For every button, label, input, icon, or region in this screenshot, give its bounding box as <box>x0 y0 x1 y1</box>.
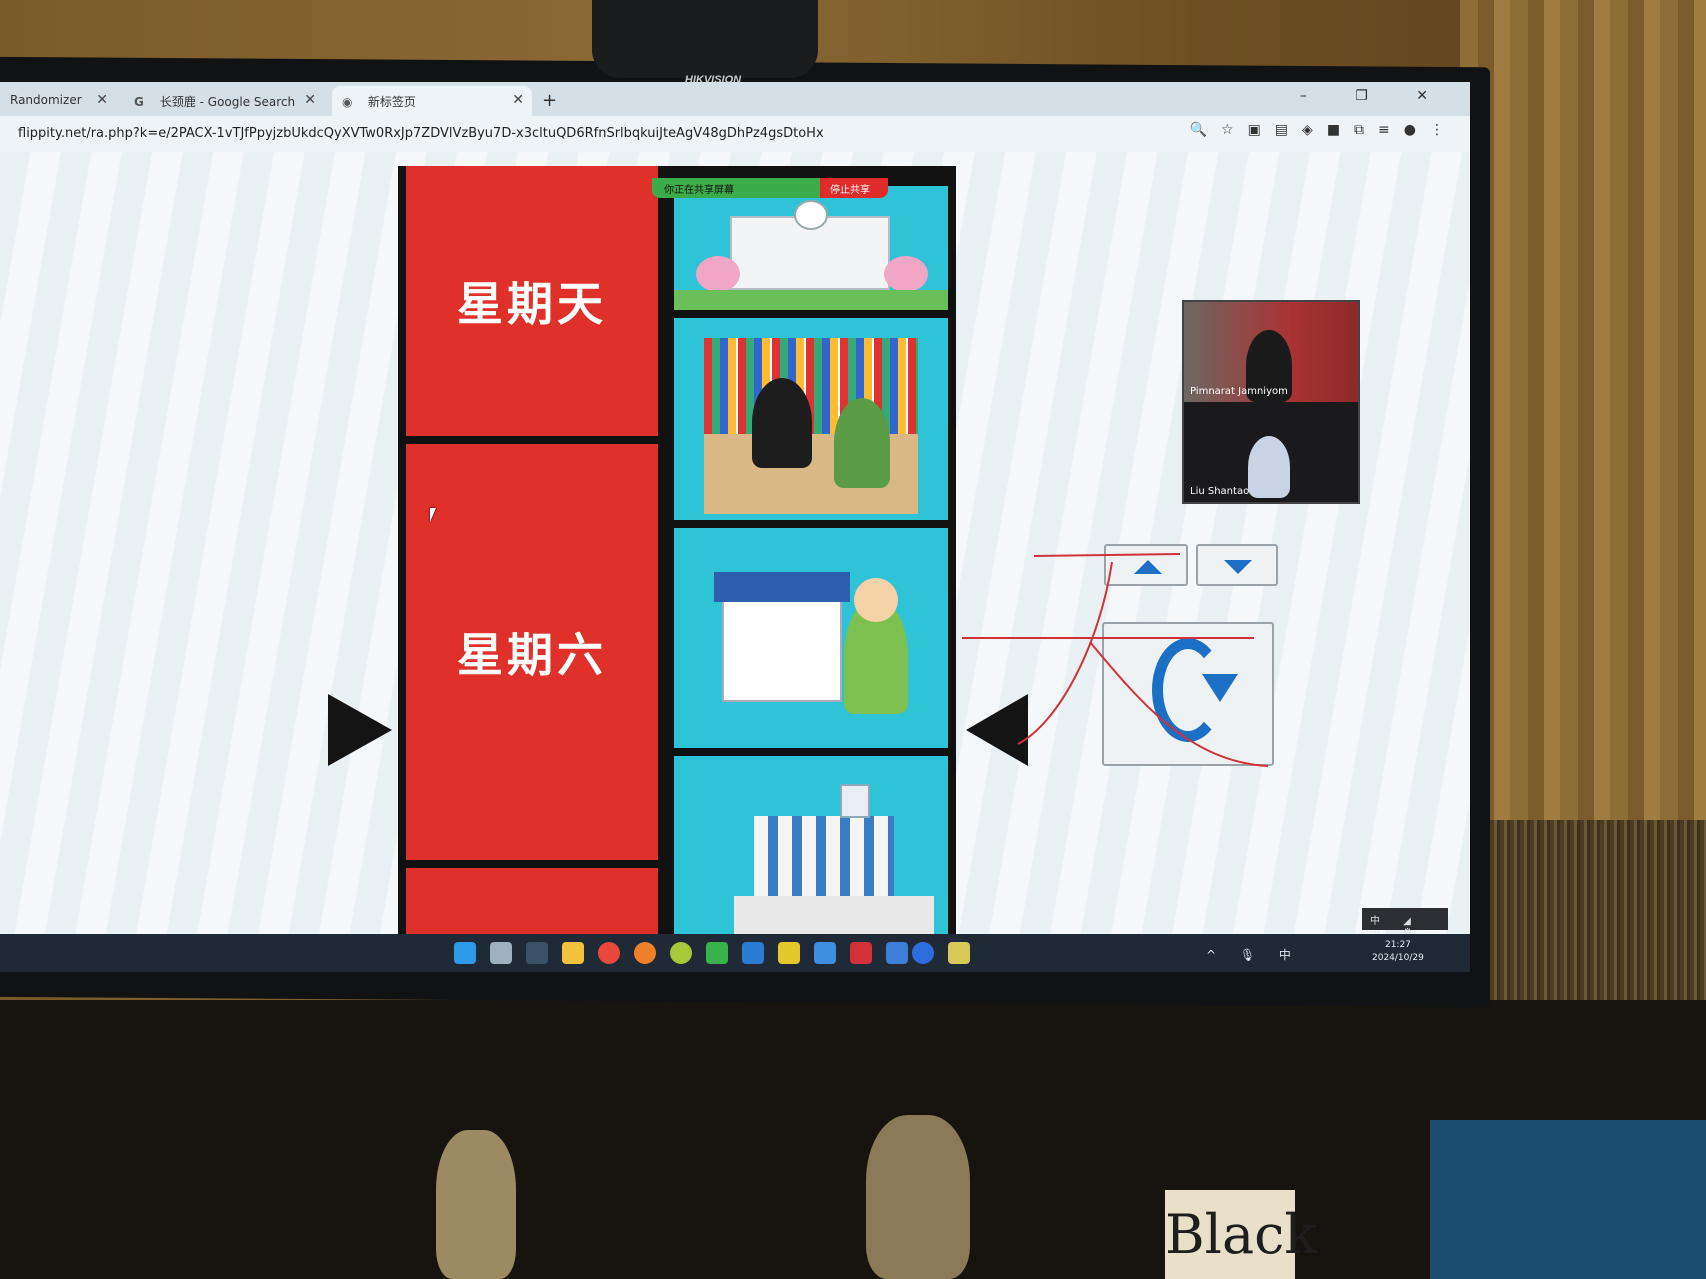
firefox-icon[interactable] <box>634 942 656 964</box>
figurine-left <box>436 1130 516 1279</box>
app-icon[interactable] <box>886 942 908 964</box>
book-right <box>1430 1120 1706 1279</box>
steam-icon[interactable] <box>526 942 548 964</box>
clock-time: 21:27 <box>1384 940 1411 950</box>
windows-taskbar: ^ 🎙 中 21:27 2024/10/29 <box>0 934 1470 972</box>
app-icon[interactable] <box>778 942 800 964</box>
file-explorer-icon[interactable] <box>562 942 584 964</box>
start-button-icon[interactable] <box>454 942 476 964</box>
book-black: Black <box>1165 1190 1317 1279</box>
system-tray[interactable]: ^ 🎙 中 <box>1206 946 1301 963</box>
chrome-taskbar-icon[interactable] <box>598 942 620 964</box>
clock-date: 2024/10/29 <box>1372 953 1424 963</box>
webcam <box>592 0 818 78</box>
wechat-icon[interactable] <box>706 942 728 964</box>
yoda-figurine <box>866 1115 970 1279</box>
app-icon[interactable] <box>742 942 764 964</box>
zoom-app-icon[interactable] <box>912 942 934 964</box>
app-icon[interactable] <box>670 942 692 964</box>
wps-icon[interactable] <box>850 942 872 964</box>
taskbar-clock[interactable]: 21:27 2024/10/29 <box>1372 939 1424 965</box>
handwritten-annotation <box>962 553 1269 767</box>
app-icon[interactable] <box>814 942 836 964</box>
monitor-screen: Randomizer ✕ G 长颈鹿 - Google Search ✕ ◉ 新… <box>0 82 1470 972</box>
app-icon[interactable] <box>948 942 970 964</box>
task-view-icon[interactable] <box>490 942 512 964</box>
